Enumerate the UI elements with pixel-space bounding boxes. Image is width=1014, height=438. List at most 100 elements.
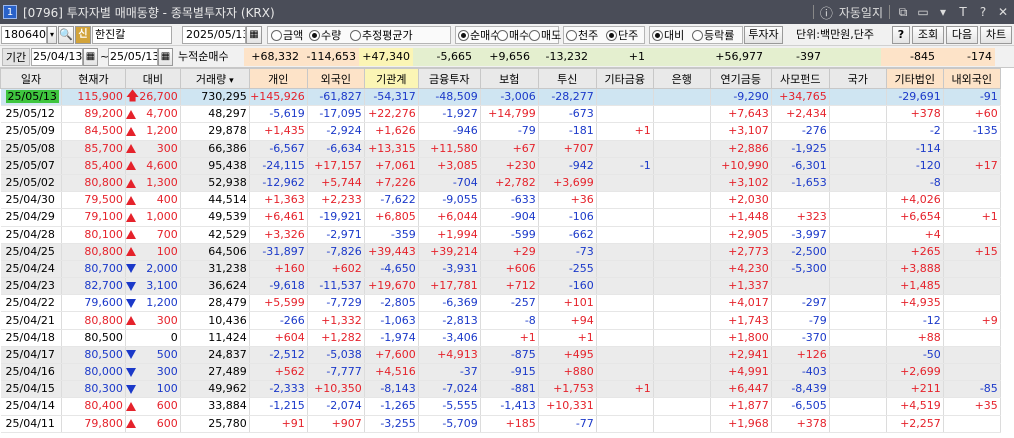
text-icon[interactable]: T <box>956 5 970 19</box>
auto-lock-label[interactable]: 자동일지 <box>839 4 883 21</box>
table-row[interactable]: 25/04/15 80,300 100 49,962 -2,333 +10,350 -8,1… <box>0 380 1001 399</box>
close-icon[interactable]: ✕ <box>996 5 1010 19</box>
column-header[interactable]: 기타금융 <box>595 68 654 89</box>
investor-bank-cell <box>653 226 711 244</box>
radio-change-rate[interactable]: 등락률 <box>692 28 734 42</box>
investor-corp-cell: +211 <box>886 380 944 399</box>
change-value: 2,000 <box>146 261 178 275</box>
column-header[interactable]: 연기금등 <box>709 68 772 89</box>
date-input[interactable]: 2025/05/13 <box>182 26 246 44</box>
help-button[interactable]: ? <box>892 26 910 44</box>
column-header[interactable]: 보험 <box>479 68 539 89</box>
chart-button[interactable]: 차트 <box>980 26 1012 44</box>
investor-ind-cell: +5,599 <box>249 294 308 313</box>
layout-icon[interactable]: ▭ <box>916 5 930 19</box>
investor-ins-cell: +185 <box>480 415 539 433</box>
radio-quantity-circle[interactable] <box>309 29 320 41</box>
column-header[interactable]: 대비 <box>124 68 181 89</box>
calendar-icon[interactable]: ▦ <box>246 26 262 44</box>
investor-oth-cell <box>596 174 654 193</box>
stock-code-input[interactable]: 180640 <box>1 26 47 44</box>
table-row[interactable]: 25/04/18 80,500 0 11,424 +604 +1,282 -1,974 -3,… <box>0 329 1001 347</box>
column-header[interactable]: 금융투자 <box>417 68 481 89</box>
table-row[interactable]: 25/04/11 79,800 600 25,780 +91 +907 -3,255 -5,7… <box>0 415 1001 433</box>
table-row[interactable]: 25/04/29 79,100 1,000 49,539 +6,461 -19,921 +6… <box>0 208 1001 227</box>
column-header[interactable]: 기타법인 <box>885 68 944 89</box>
investor-oth-cell: +1 <box>596 122 654 141</box>
down-triangle-icon <box>125 281 136 291</box>
radio-single-circle[interactable] <box>606 29 617 41</box>
table-row[interactable]: 25/04/23 82,700 3,100 36,624 -9,618 -11,537 +1… <box>0 277 1001 296</box>
radio-sell[interactable]: 매도 <box>529 28 561 42</box>
table-row[interactable]: 25/04/16 80,000 300 27,489 +562 -7,777 +4,516-… <box>0 363 1001 382</box>
period-to-input[interactable]: 25/05/13 <box>108 48 158 66</box>
radio-net-buy-circle[interactable] <box>458 29 469 41</box>
column-header[interactable]: 현재가 <box>60 68 126 89</box>
table-row[interactable]: 25/04/24 80,700 2,000 31,238 +160 +602 -4,650-… <box>0 260 1001 279</box>
stock-badge[interactable]: 신 <box>75 26 91 44</box>
investor-frn-cell: +35 <box>943 397 1001 416</box>
investor-table-container[interactable]: 일자 현재가 대비 거래량 ▾ 개인 외국인 기관계 금융투자 보험 투신 기타금융 은행 연기금등 사모… <box>0 68 1014 438</box>
radio-buy-circle[interactable] <box>497 29 508 41</box>
column-header[interactable]: 거래량 ▾ <box>179 68 250 89</box>
table-row[interactable]: 25/05/02 80,800 1,300 52,938 -12,962 +5,744 +7… <box>0 174 1001 193</box>
radio-change-rate-circle[interactable] <box>692 29 703 41</box>
radio-net-buy[interactable]: 순매수 <box>458 28 500 42</box>
query-button[interactable]: 조회 <box>912 26 944 44</box>
investor-for-cell: -7,729 <box>307 294 365 313</box>
table-row[interactable]: 25/04/28 80,100 700 42,529 +3,326 -2,971 -359 +… <box>0 226 1001 244</box>
table-row[interactable]: 25/04/30 79,500 400 44,514 +1,363 +2,233 -7,62… <box>0 191 1001 210</box>
auto-lock-icon[interactable]: ⓘ <box>820 3 833 22</box>
radio-avg-price-circle[interactable] <box>350 29 361 41</box>
investor-button[interactable]: 투자자 <box>744 26 783 44</box>
radio-compare[interactable]: 대비 <box>652 28 684 42</box>
table-row[interactable]: 25/04/25 80,800 100 64,506 -31,897 -7,826 +39,… <box>0 243 1001 261</box>
table-row[interactable]: 25/05/08 85,700 300 66,386 -6,567 -6,634 +13,3… <box>0 140 1001 158</box>
period-from-input[interactable]: 25/04/13 <box>31 48 83 66</box>
sort-dropdown-icon[interactable]: ▾ <box>226 76 234 86</box>
calendar-to-icon[interactable]: ▦ <box>158 48 173 66</box>
radio-buy[interactable]: 매수 <box>497 28 529 42</box>
table-row[interactable]: 25/04/17 80,500 500 24,837 -2,512 -5,038 +7,60… <box>0 346 1001 365</box>
table-row[interactable]: 25/04/14 80,400 600 33,884 -1,215 -2,074 -1,26… <box>0 397 1001 416</box>
column-header[interactable]: 국가 <box>828 68 887 89</box>
investor-bank-cell <box>653 191 711 210</box>
code-dropdown-icon[interactable]: ▾ <box>47 26 57 44</box>
radio-thousand[interactable]: 천주 <box>566 28 598 42</box>
next-button[interactable]: 다음 <box>946 26 978 44</box>
radio-amount[interactable]: 금액 <box>271 28 303 42</box>
investor-bank-cell <box>653 329 711 347</box>
table-row[interactable]: 25/05/07 85,400 4,600 95,438 -24,115 +17,157 +… <box>0 157 1001 175</box>
radio-thousand-circle[interactable] <box>566 29 577 41</box>
table-row[interactable]: 25/05/12 89,200 4,700 48,297 -5,619 -17,095 +2… <box>0 105 1001 124</box>
pin-icon[interactable]: ▾ <box>936 5 950 19</box>
investor-pen-cell: +6,447 <box>710 380 772 399</box>
table-row[interactable]: 25/05/09 84,500 1,200 29,878 +1,435 -2,924 +1,… <box>0 122 1001 141</box>
radio-quantity[interactable]: 수량 <box>309 28 341 42</box>
table-row[interactable]: 25/04/21 80,800 300 10,436 -266 +1,332 -1,063-… <box>0 311 1001 330</box>
column-header[interactable]: 투신 <box>537 68 597 89</box>
stock-name-field[interactable]: 한진칼 <box>92 26 172 44</box>
table-row[interactable]: 25/05/13 115,900 🡅 26,700 730,295 +145,926 -61… <box>0 88 1001 107</box>
radio-amount-circle[interactable] <box>271 29 282 41</box>
radio-single[interactable]: 단주 <box>606 28 638 42</box>
window-badge[interactable]: 1 <box>3 5 17 19</box>
date-cell: 25/04/16 <box>0 363 62 382</box>
column-header[interactable]: 일자 <box>0 68 62 89</box>
table-row[interactable]: 25/04/22 79,600 1,200 28,479 +5,599 -7,729 -2,… <box>0 294 1001 313</box>
question-icon[interactable]: ? <box>976 5 990 19</box>
search-icon[interactable]: 🔍 <box>58 26 74 44</box>
column-header[interactable]: 내외국인 <box>942 68 1001 89</box>
column-header[interactable]: 사모펀드 <box>770 68 830 89</box>
radio-avg-price[interactable]: 추정평균가 <box>350 28 413 42</box>
radio-compare-circle[interactable] <box>652 29 663 41</box>
radio-sell-circle[interactable] <box>529 29 540 41</box>
column-header[interactable]: 개인 <box>248 68 308 89</box>
investor-trust-cell: +1 <box>538 329 597 347</box>
column-header[interactable]: 기관계 <box>363 68 419 89</box>
column-header[interactable]: 은행 <box>652 68 711 89</box>
investor-pen-cell: +4,991 <box>710 363 772 382</box>
calendar-from-icon[interactable]: ▦ <box>83 48 98 66</box>
window-restore-icon[interactable]: ⧉ <box>896 5 910 19</box>
column-header[interactable]: 외국인 <box>306 68 365 89</box>
